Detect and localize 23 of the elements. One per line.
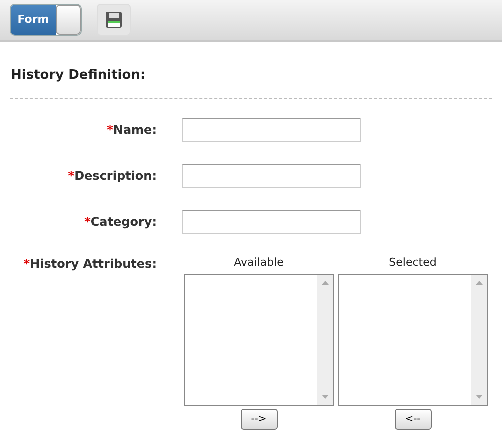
section-heading: History Definition: xyxy=(11,67,147,85)
field-label: *History Attributes: xyxy=(22,256,157,273)
field-label: *Category: xyxy=(84,214,157,230)
list-box[interactable] xyxy=(338,274,488,406)
scroll-up-icon[interactable] xyxy=(476,281,482,285)
field-label: *Name: xyxy=(106,122,157,138)
list-box[interactable] xyxy=(184,274,334,406)
scroll-down-icon[interactable] xyxy=(322,395,328,399)
save-button[interactable] xyxy=(97,4,131,36)
move-button[interactable]: --> xyxy=(240,409,278,430)
form-toggle[interactable]: Form xyxy=(10,4,82,36)
text-field[interactable] xyxy=(182,210,361,234)
save-icon xyxy=(105,11,123,29)
text-field[interactable] xyxy=(182,164,361,188)
list-heading: Selected xyxy=(389,254,437,270)
scroll-down-icon[interactable] xyxy=(476,395,482,399)
text-field[interactable] xyxy=(182,118,361,142)
scrollbar[interactable] xyxy=(471,275,487,405)
field-label: *Description: xyxy=(67,168,157,184)
scrollbar[interactable] xyxy=(317,275,333,405)
move-button[interactable]: <-- xyxy=(394,409,432,430)
list-heading: Available xyxy=(234,254,284,270)
scroll-up-icon[interactable] xyxy=(322,281,328,285)
